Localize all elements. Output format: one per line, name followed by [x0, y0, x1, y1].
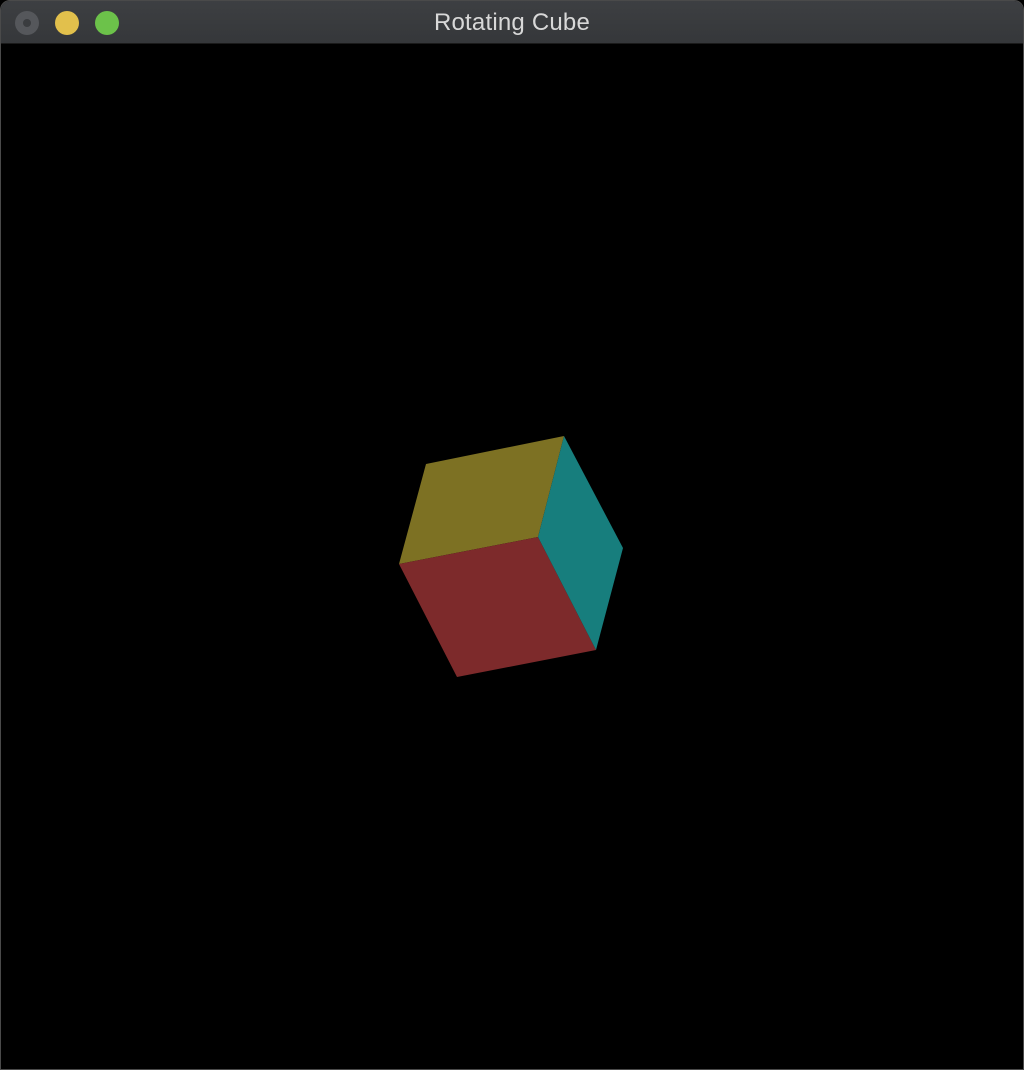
- cube-scene: [399, 436, 623, 677]
- app-window: Rotating Cube: [0, 0, 1024, 1070]
- title-bar[interactable]: Rotating Cube: [1, 1, 1023, 44]
- render-canvas[interactable]: [1, 44, 1023, 1069]
- window-title: Rotating Cube: [433, 9, 591, 36]
